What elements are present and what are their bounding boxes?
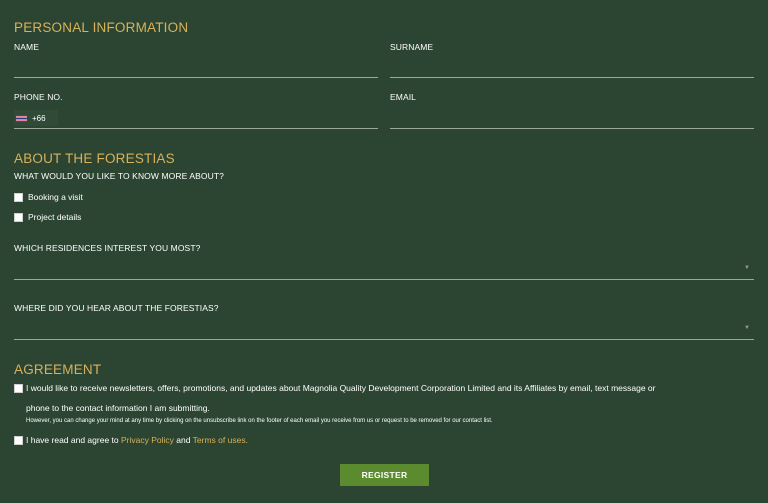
newsletter-line-1: I would like to receive newsletters, off… <box>26 383 656 393</box>
booking-visit-label: Booking a visit <box>28 192 83 202</box>
surname-label: SURNAME <box>390 42 434 52</box>
booking-visit-checkbox[interactable] <box>14 192 23 202</box>
agreement-heading: AGREEMENT <box>14 362 102 377</box>
surname-input[interactable] <box>390 77 754 78</box>
option-booking-visit[interactable]: Booking a visit <box>14 192 83 202</box>
country-code-selector[interactable]: +66 <box>16 112 46 124</box>
thailand-flag-icon <box>16 114 27 122</box>
personal-info-heading: PERSONAL INFORMATION <box>14 20 189 35</box>
phone-label: PHONE NO. <box>14 92 63 102</box>
know-more-question: WHAT WOULD YOU LIKE TO KNOW MORE ABOUT? <box>14 171 224 181</box>
register-button[interactable]: REGISTER <box>340 464 429 486</box>
about-heading: ABOUT THE FORESTIAS <box>14 151 175 166</box>
option-project-details[interactable]: Project details <box>14 212 81 222</box>
name-label: NAME <box>14 42 39 52</box>
privacy-policy-link[interactable]: Privacy Policy <box>121 435 174 445</box>
terms-prefix: I have read and agree to <box>26 435 121 445</box>
hear-about-label: WHERE DID YOU HEAR ABOUT THE FORESTIAS? <box>14 303 219 313</box>
email-input[interactable] <box>390 128 754 129</box>
newsletter-consent-text: I would like to receive newsletters, off… <box>26 378 746 418</box>
terms-and: and <box>173 435 193 445</box>
hear-about-chevron-down-icon[interactable]: ▼ <box>744 325 750 331</box>
residences-label: WHICH RESIDENCES INTEREST YOU MOST? <box>14 243 201 253</box>
name-input[interactable] <box>14 77 378 78</box>
project-details-label: Project details <box>28 212 82 222</box>
unsubscribe-note: However, you can change your mind at any… <box>26 418 493 424</box>
terms-checkbox[interactable] <box>14 436 23 445</box>
hear-about-select[interactable] <box>14 339 754 340</box>
country-code: +66 <box>32 113 46 123</box>
project-details-checkbox[interactable] <box>14 212 23 222</box>
newsletter-checkbox[interactable] <box>14 384 23 393</box>
terms-of-use-link[interactable]: Terms of uses. <box>193 435 248 445</box>
terms-consent-text: I have read and agree to Privacy Policy … <box>26 430 746 450</box>
email-label: EMAIL <box>390 92 417 102</box>
residences-chevron-down-icon[interactable]: ▼ <box>744 265 750 271</box>
newsletter-line-2: phone to the contact information I am su… <box>26 403 210 413</box>
phone-input[interactable] <box>14 128 378 129</box>
residences-select[interactable] <box>14 279 754 280</box>
